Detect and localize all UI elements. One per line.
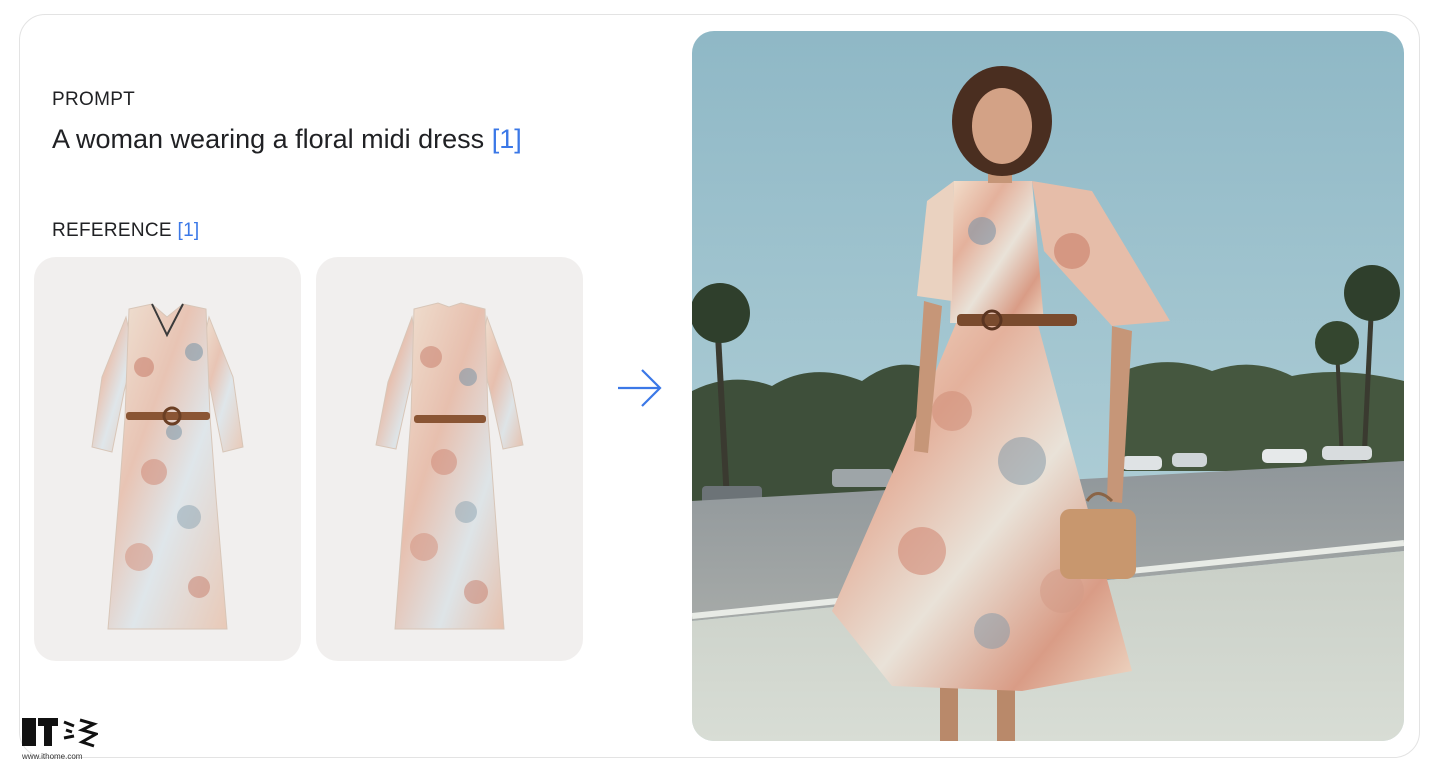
reference-heading-text: REFERENCE — [52, 220, 172, 241]
reference-heading: REFERENCE [1] — [52, 220, 200, 242]
dress-back-image — [375, 302, 524, 630]
ithome-logo-icon — [22, 718, 100, 748]
right-arrow-icon — [618, 369, 662, 407]
reference-image-back[interactable] — [316, 257, 583, 661]
prompt-heading: PROMPT — [52, 89, 135, 111]
watermark-url: www.ithome.com — [22, 752, 83, 761]
prompt-text-body: A woman wearing a floral midi dress — [52, 124, 485, 154]
ithome-logo — [22, 716, 100, 753]
prompt-text: A woman wearing a floral midi dress [1] — [52, 124, 522, 155]
reference-heading-link[interactable]: [1] — [177, 220, 199, 241]
generated-photo-woman-floral-dress — [692, 31, 1404, 741]
reference-image-front[interactable] — [34, 257, 301, 661]
prompt-reference-link[interactable]: [1] — [492, 124, 522, 154]
prompt-heading-text: PROMPT — [52, 89, 136, 110]
generated-photo[interactable] — [692, 31, 1404, 741]
dress-front-image — [91, 303, 244, 630]
